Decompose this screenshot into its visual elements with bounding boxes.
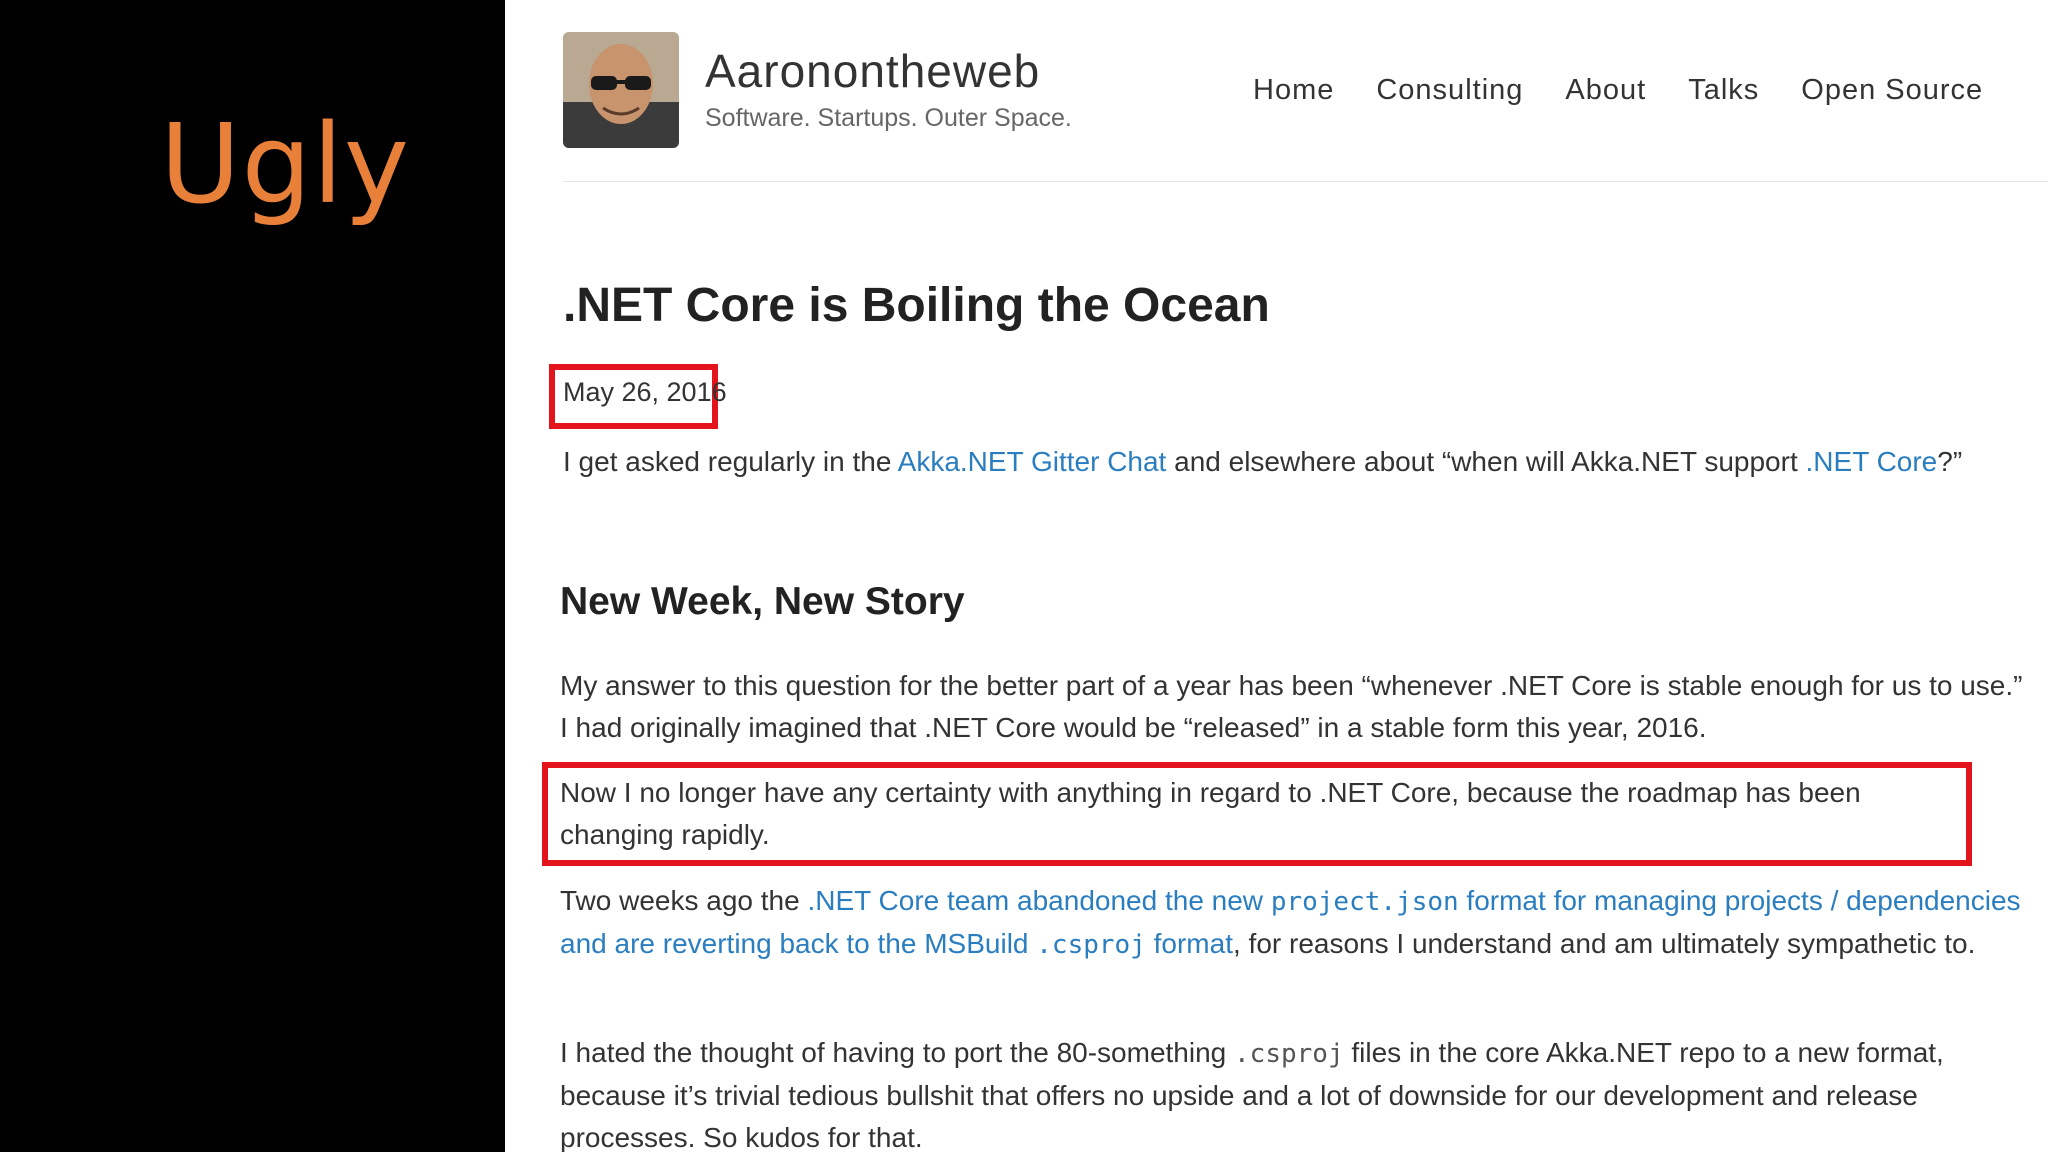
intro-text: I get asked regularly in the: [563, 446, 898, 477]
p3-text: , for reasons I understand and am ultima…: [1232, 928, 1976, 959]
slide-title: Ugly: [160, 100, 410, 228]
post-title: .NET Core is Boiling the Ocean: [563, 279, 1270, 332]
link-text: .NET Core team abandoned the new: [807, 885, 1271, 916]
slide-panel: Ugly: [0, 0, 505, 1152]
net-core-link[interactable]: .NET Core: [1806, 446, 1938, 477]
intro-paragraph: I get asked regularly in the Akka.NET Gi…: [563, 441, 2033, 483]
main-nav: Home Consulting About Talks Open Source: [1253, 74, 1983, 107]
nav-consulting[interactable]: Consulting: [1376, 74, 1523, 107]
paragraph-1: My answer to this question for the bette…: [560, 670, 2023, 743]
header-divider: [563, 181, 2048, 182]
akka-gitter-link[interactable]: Akka.NET Gitter Chat: [898, 446, 1167, 477]
paragraph-3: Two weeks ago the .NET Core team abandon…: [560, 880, 2030, 966]
site-title[interactable]: Aaronontheweb: [705, 44, 1040, 98]
intro-text: ?”: [1937, 446, 1963, 477]
code-project-json: project.json: [1270, 887, 1459, 917]
blog-screenshot: Aaronontheweb Software. Startups. Outer …: [505, 0, 2048, 1152]
post-date: May 26, 2016: [563, 377, 727, 407]
avatar[interactable]: [563, 32, 679, 148]
p3-text: Two weeks ago the: [560, 885, 808, 916]
avatar-photo: [563, 32, 679, 148]
code-csproj: .csproj: [1036, 930, 1146, 960]
paragraph-2: Now I no longer have any certainty with …: [560, 777, 1861, 850]
paragraph-4: I hated the thought of having to port th…: [560, 1032, 2030, 1152]
link-text: format: [1145, 928, 1233, 959]
code-csproj: .csproj: [1234, 1039, 1344, 1069]
nav-talks[interactable]: Talks: [1688, 74, 1759, 107]
nav-about[interactable]: About: [1565, 74, 1646, 107]
site-tagline: Software. Startups. Outer Space.: [705, 104, 1072, 132]
intro-text: and elsewhere about “when will Akka.NET …: [1166, 446, 1806, 477]
section-heading: New Week, New Story: [560, 580, 965, 623]
nav-open-source[interactable]: Open Source: [1801, 74, 1983, 107]
p4-text: I hated the thought of having to port th…: [560, 1037, 1235, 1068]
nav-home[interactable]: Home: [1253, 74, 1334, 107]
